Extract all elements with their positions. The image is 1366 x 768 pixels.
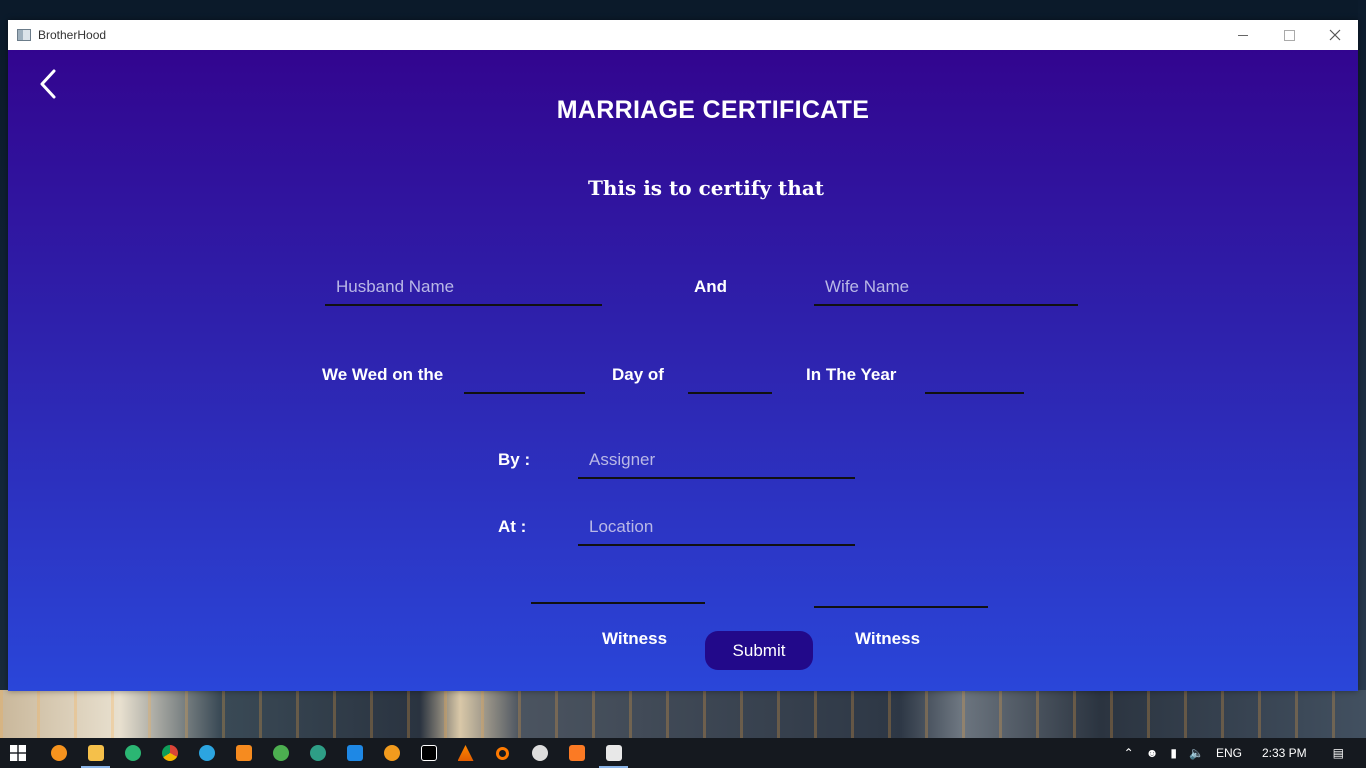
java-app-icon [605,745,622,761]
chrome-icon [161,745,178,761]
start-button[interactable] [0,738,36,768]
volume-icon[interactable]: 🔈 [1189,746,1204,760]
certificate-form: MARRIAGE CERTIFICATE This is to certify … [8,50,1358,691]
husband-name-input[interactable] [325,270,602,306]
language-indicator[interactable]: ENG [1216,746,1242,760]
taskbar-search-app[interactable] [484,738,521,768]
close-icon [1329,29,1341,41]
taskbar-edge[interactable] [114,738,151,768]
witness2-label: Witness [855,629,921,648]
taskbar-file-explorer[interactable] [77,738,114,768]
maximize-icon [1283,29,1295,41]
vscode-icon [346,745,363,761]
vlc-icon [457,745,474,761]
month-input[interactable] [688,358,772,394]
close-button[interactable] [1312,20,1358,50]
chevron-up-icon[interactable]: ⌃ [1124,746,1134,760]
taskbar-app-g[interactable] [40,738,77,768]
wed-on-label: We Wed on the [322,365,444,384]
assigner-input[interactable] [578,443,855,479]
day-of-label: Day of [612,365,664,384]
location-input[interactable] [578,510,855,546]
year-input[interactable] [925,358,1024,394]
page-title: MARRIAGE CERTIFICATE [556,96,870,124]
and-label: And [694,277,728,296]
maximize-button[interactable] [1266,20,1312,50]
intellij-icon [420,745,437,761]
obs-icon [531,745,548,761]
taskbar-app-orange[interactable] [225,738,262,768]
taskbar-chrome[interactable] [151,738,188,768]
wallpaper-city [0,690,1366,738]
taskbar-obs[interactable] [521,738,558,768]
wifi-icon[interactable]: ☻ [1146,746,1159,760]
taskbar-xampp[interactable] [558,738,595,768]
taskbar-app-hexagon[interactable] [373,738,410,768]
witness1-input[interactable] [531,568,705,604]
search-app-icon [496,746,509,760]
edge-icon [124,745,141,761]
file-explorer-icon [87,745,104,761]
in-the-year-label: In The Year [806,365,897,384]
clock[interactable]: 2:33 PM [1262,746,1307,760]
telegram-icon [198,745,215,761]
taskbar-vscode[interactable] [336,738,373,768]
submit-button[interactable]: Submit [705,631,813,670]
wife-name-input[interactable] [814,270,1078,306]
window-controls [1220,20,1358,50]
app-teal-icon [309,745,326,761]
notification-icon[interactable]: ▤ [1333,746,1344,760]
taskbar-intellij[interactable] [410,738,447,768]
windows-icon [10,745,26,761]
wed-day-input[interactable] [464,358,585,394]
witness1-label: Witness [602,629,668,648]
app-window: BrotherHood MARRIAGE CERTIFICATE This is… [8,20,1358,691]
by-label: By : [498,450,531,469]
title-bar[interactable]: BrotherHood [8,20,1358,50]
taskbar-apps [40,738,632,768]
witness2-input[interactable] [814,572,988,608]
app-hexagon-icon [383,745,400,761]
taskbar-java-app[interactable] [595,738,632,768]
minimize-icon [1238,34,1248,36]
page-subtitle: This is to certify that [587,176,825,200]
app-orange-icon [235,745,252,761]
app-icon [17,29,31,41]
taskbar: ⌃ ☻ ▮ 🔈 ENG 2:33 PM ▤ [0,738,1366,768]
at-label: At : [498,517,527,536]
taskbar-vlc[interactable] [447,738,484,768]
xampp-icon [568,745,585,761]
app-g-icon [50,745,67,761]
battery-icon[interactable]: ▮ [1170,746,1177,760]
taskbar-app-teal[interactable] [299,738,336,768]
taskbar-app-green[interactable] [262,738,299,768]
app-green-icon [272,745,289,761]
system-tray: ⌃ ☻ ▮ 🔈 ENG 2:33 PM ▤ [1118,738,1366,768]
minimize-button[interactable] [1220,20,1266,50]
taskbar-telegram[interactable] [188,738,225,768]
window-title: BrotherHood [38,28,107,42]
